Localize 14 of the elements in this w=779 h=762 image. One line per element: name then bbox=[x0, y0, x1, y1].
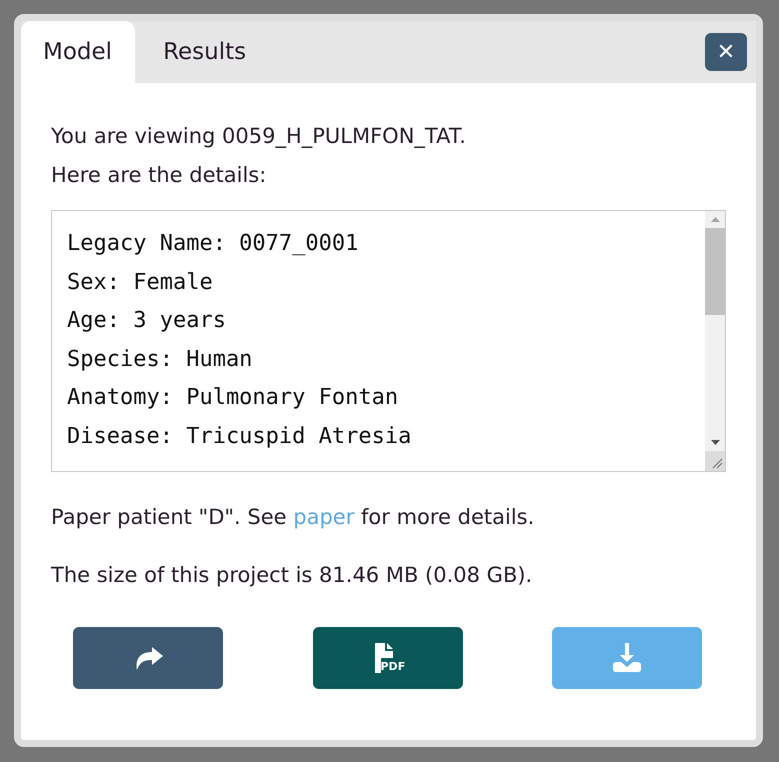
tab[interactable]: Results bbox=[141, 21, 270, 83]
intro-text: You are viewing 0059_H_PULMFON_TAT. bbox=[51, 123, 467, 150]
intro-text: Here are the details: bbox=[51, 162, 268, 189]
scrollbar[interactable] bbox=[705, 211, 725, 471]
download-icon bbox=[611, 643, 643, 673]
close-button[interactable]: ✕ bbox=[705, 33, 747, 71]
download-button[interactable] bbox=[552, 627, 702, 689]
pdf-button[interactable]: PDF bbox=[312, 627, 462, 689]
details-field[interactable]: Legacy Name: 0077_0001 Sex: Female Age: 3 years Species: Human Anatomy: Pulmonary Fontan Disease: Tricuspid Atresia bbox=[51, 210, 726, 472]
resize-grip-icon[interactable] bbox=[705, 451, 725, 471]
paper-note: Paper patient "D". See paper for more details. bbox=[51, 504, 536, 531]
tab[interactable]: Model bbox=[21, 21, 136, 83]
share-button[interactable] bbox=[73, 627, 223, 689]
size-note: The size of this project is 81.46 MB (0.08 GB). bbox=[51, 562, 534, 589]
